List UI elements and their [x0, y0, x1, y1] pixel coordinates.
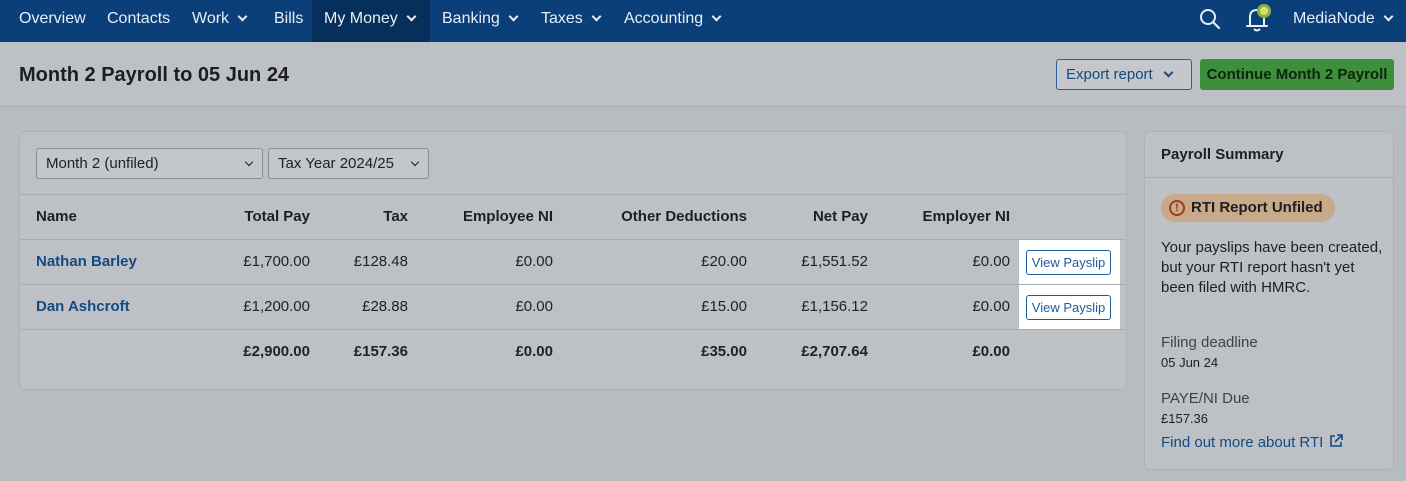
chevron-down-icon	[1383, 11, 1394, 22]
tax-year-select-value: Tax Year 2024/25	[278, 155, 394, 172]
tax-year-select[interactable]: Tax Year 2024/25	[268, 148, 429, 179]
nav-overview-label: Overview	[19, 10, 86, 27]
nav-work-label: Work	[192, 10, 230, 27]
nav-taxes[interactable]: Taxes	[529, 0, 612, 42]
view-payslip-button[interactable]: View Payslip	[1026, 250, 1111, 275]
nav-banking-label: Banking	[442, 10, 500, 27]
nav-work[interactable]: Work	[180, 0, 258, 42]
nav-overview[interactable]: Overview	[7, 0, 98, 42]
tax-cell: £128.48	[353, 253, 408, 270]
filing-deadline-label: Filing deadline	[1161, 334, 1258, 351]
total-pay-cell: £1,200.00	[243, 298, 310, 315]
export-report-label: Export report	[1066, 66, 1153, 83]
nav-banking[interactable]: Banking	[430, 0, 529, 42]
table-header-row: Name Total Pay Tax Employee NI Other Ded…	[20, 194, 1126, 239]
col-header-employer-ni: Employer NI	[922, 208, 1010, 225]
net-pay-total: £2,707.64	[801, 343, 868, 360]
account-name: MediaNode	[1293, 10, 1375, 27]
warning-icon: !	[1169, 200, 1185, 216]
employee-name-link[interactable]: Nathan Barley	[36, 240, 137, 284]
summary-title: Payroll Summary	[1161, 146, 1284, 163]
status-badge: ! RTI Report Unfiled	[1161, 194, 1335, 222]
payslip-cell: View Payslip	[1019, 240, 1120, 285]
employee-name-link[interactable]: Dan Ashcroft	[36, 285, 130, 329]
total-pay-cell: £1,700.00	[243, 253, 310, 270]
employer-ni-total: £0.00	[972, 343, 1010, 360]
col-header-total-pay: Total Pay	[244, 208, 310, 225]
table-row: Dan Ashcroft £1,200.00 £28.88 £0.00 £15.…	[20, 284, 1126, 330]
col-header-net-pay: Net Pay	[812, 208, 868, 225]
nav-bills[interactable]: Bills	[262, 0, 315, 42]
nav-bills-label: Bills	[274, 10, 304, 27]
filing-deadline-value: 05 Jun 24	[1161, 355, 1219, 370]
payroll-summary-panel: Payroll Summary ! RTI Report Unfiled Your…	[1144, 131, 1394, 470]
rti-info-link-label: Find out more about RTI	[1161, 434, 1324, 451]
col-header-tax: Tax	[383, 208, 408, 225]
chevron-down-icon	[244, 157, 254, 167]
paye-ni-due-label: PAYE/NI Due	[1161, 390, 1250, 407]
net-pay-cell: £1,551.52	[801, 253, 868, 270]
nav-contacts[interactable]: Contacts	[95, 0, 182, 42]
export-report-button[interactable]: Export report	[1056, 59, 1192, 90]
chevron-down-icon	[410, 157, 420, 167]
tax-total: £157.36	[353, 343, 408, 360]
net-pay-cell: £1,156.12	[801, 298, 868, 315]
account-menu[interactable]: MediaNode	[1293, 0, 1394, 42]
col-header-name: Name	[36, 208, 77, 225]
page-title: Month 2 Payroll to 05 Jun 24	[19, 64, 290, 86]
search-icon[interactable]	[1199, 8, 1221, 30]
payroll-card: Month 2 (unfiled) Tax Year 2024/25 Name …	[19, 131, 1127, 390]
chevron-down-icon	[711, 11, 722, 22]
other-deductions-cell: £15.00	[701, 298, 747, 315]
table-row: Nathan Barley £1,700.00 £128.48 £0.00 £2…	[20, 239, 1126, 285]
other-deductions-total: £35.00	[701, 343, 747, 360]
employer-ni-cell: £0.00	[972, 298, 1010, 315]
tax-cell: £28.88	[362, 298, 408, 315]
nav-accounting[interactable]: Accounting	[612, 0, 732, 42]
chevron-down-icon	[237, 11, 248, 22]
total-pay-total: £2,900.00	[243, 343, 310, 360]
chevron-down-icon	[508, 11, 519, 22]
employee-ni-total: £0.00	[515, 343, 553, 360]
chevron-down-icon	[591, 11, 602, 22]
summary-message: Your payslips have been created, but you…	[1161, 239, 1383, 296]
view-payslip-button[interactable]: View Payslip	[1026, 295, 1111, 320]
chevron-down-icon	[406, 11, 417, 22]
nav-contacts-label: Contacts	[107, 10, 171, 27]
nav-my-money-label: My Money	[324, 10, 398, 27]
employee-ni-cell: £0.00	[515, 253, 553, 270]
employee-ni-cell: £0.00	[515, 298, 553, 315]
top-navigation: Overview Contacts Work Bills My Money Ba…	[0, 0, 1406, 42]
paye-ni-due-value: £157.36	[1161, 411, 1208, 426]
summary-divider	[1145, 177, 1393, 178]
table-totals-row: £2,900.00 £157.36 £0.00 £35.00 £2,707.64…	[20, 329, 1126, 374]
other-deductions-cell: £20.00	[701, 253, 747, 270]
period-select-value: Month 2 (unfiled)	[46, 155, 159, 172]
nav-my-money[interactable]: My Money	[312, 0, 430, 42]
nav-taxes-label: Taxes	[541, 10, 583, 27]
nav-accounting-label: Accounting	[624, 10, 704, 27]
continue-payroll-button[interactable]: Continue Month 2 Payroll	[1200, 59, 1394, 90]
col-header-employee-ni: Employee NI	[462, 208, 553, 225]
external-link-icon	[1330, 434, 1344, 447]
status-badge-label: RTI Report Unfiled	[1191, 199, 1323, 216]
period-select[interactable]: Month 2 (unfiled)	[36, 148, 263, 179]
chevron-down-icon	[1163, 67, 1174, 78]
col-header-other-deductions: Other Deductions	[621, 208, 747, 225]
rti-info-link[interactable]: Find out more about RTI	[1161, 434, 1344, 451]
page-header: Month 2 Payroll to 05 Jun 24 Export repo…	[0, 42, 1406, 107]
payslip-cell: View Payslip	[1019, 285, 1120, 330]
employer-ni-cell: £0.00	[972, 253, 1010, 270]
bell-icon[interactable]	[1244, 2, 1272, 32]
